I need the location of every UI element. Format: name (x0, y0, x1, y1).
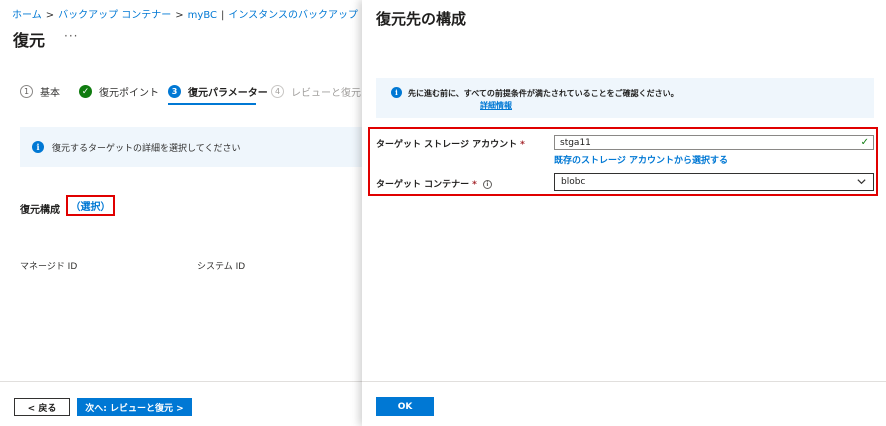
required-marker: * (472, 180, 477, 190)
info-banner-text: 復元するターゲットの詳細を選択してください (52, 143, 241, 154)
ok-button[interactable]: OK (376, 397, 434, 416)
checkmark-icon: ✓ (79, 85, 92, 98)
back-button[interactable]: < 戻る (14, 398, 70, 416)
storage-account-input[interactable]: stga11 ✓ (554, 135, 874, 150)
page-title: 復元 (13, 31, 46, 50)
container-dropdown[interactable]: blobc (554, 173, 874, 191)
step-number-icon: 1 (20, 85, 33, 98)
info-tooltip-icon[interactable]: i (482, 180, 492, 189)
active-step-indicator (168, 103, 256, 105)
restore-blade: ホーム>バックアップ コンテナー>myBC|インスタンスのバックアップ>mypo… (0, 0, 440, 426)
info-icon: i (391, 87, 402, 98)
info-icon: i (32, 141, 44, 153)
step-label: 基本 (40, 88, 60, 99)
restore-config-label: 復元構成 (20, 205, 60, 216)
prerequisite-text: 先に進む前に、すべての前提条件が満たされていることをご確認ください。 (408, 89, 679, 98)
required-marker: * (520, 140, 525, 150)
check-icon: ✓ (860, 137, 869, 148)
step-label: 復元パラメーター (188, 88, 268, 99)
learn-more-link[interactable]: 詳細情報 (480, 100, 512, 111)
pane-title: 復元先の構成 (376, 10, 467, 28)
container-value: blobc (561, 177, 586, 187)
next-review-restore-button[interactable]: 次へ: レビューと復元 > (77, 398, 192, 416)
breadcrumb-home[interactable]: ホーム (12, 10, 42, 21)
info-banner: i 復元するターゲットの詳細を選択してください (20, 127, 362, 167)
more-options-button[interactable]: ··· (64, 29, 78, 43)
step-basics[interactable]: 1 基本 (20, 84, 60, 99)
step-label: 復元ポイント (99, 88, 159, 99)
field-label-text: ターゲット ストレージ アカウント (376, 140, 518, 150)
column-system-id: システム ID (197, 262, 246, 272)
select-existing-storage-link[interactable]: 既存のストレージ アカウントから選択する (554, 153, 728, 166)
step-number-icon: 4 (271, 85, 284, 98)
step-number-icon: 3 (168, 85, 181, 98)
step-label: レビューと復元 (291, 88, 361, 99)
target-storage-account-label: ターゲット ストレージ アカウント * (376, 137, 525, 150)
step-restore-parameters[interactable]: 3 復元パラメーター (168, 84, 268, 99)
pane-footer (362, 381, 886, 426)
breadcrumb-backup-instances[interactable]: インスタンスのバックアップ (228, 10, 358, 21)
column-managed-id: マネージド ID (20, 262, 78, 272)
prerequisite-info-banner: i 先に進む前に、すべての前提条件が満たされていることをご確認ください。 詳細情… (376, 78, 874, 118)
target-container-label: ターゲット コンテナー * i (376, 177, 492, 190)
field-label-text: ターゲット コンテナー (376, 180, 470, 190)
step-review-restore: 4 レビューと復元 (271, 84, 361, 99)
restore-target-pane: 復元先の構成 i 先に進む前に、すべての前提条件が満たされていることをご確認くだ… (362, 0, 886, 426)
storage-account-value: stga11 (560, 137, 591, 148)
step-restore-point[interactable]: ✓ 復元ポイント (79, 84, 159, 99)
breadcrumb-mybc[interactable]: myBC (188, 10, 217, 21)
chevron-down-icon (856, 176, 867, 190)
select-restore-config-link[interactable]: （選択） (66, 195, 115, 216)
breadcrumb-backup-vault[interactable]: バックアップ コンテナー (58, 10, 171, 21)
